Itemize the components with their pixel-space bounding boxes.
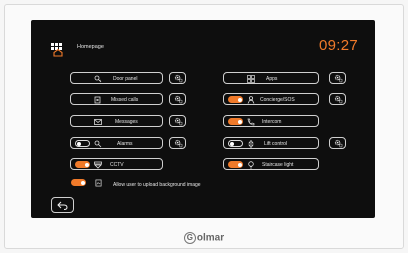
intercom-button[interactable]: Intercom xyxy=(223,115,319,127)
staircase-light-label: Staircase light xyxy=(262,161,294,168)
toggle-knob xyxy=(230,142,234,146)
light-bulb-icon xyxy=(248,160,254,168)
toggle-knob xyxy=(237,119,242,124)
cctv-label: CCTV xyxy=(110,161,124,168)
messages-label: Messages xyxy=(115,118,138,125)
lift-control-label: Lift control xyxy=(264,140,288,147)
alarms-toggle[interactable] xyxy=(75,140,90,147)
gear-icon xyxy=(174,95,183,104)
apps-label: Apps xyxy=(266,75,278,82)
messages-settings-button[interactable] xyxy=(169,115,186,127)
lift-control-button[interactable]: Lift control xyxy=(223,137,319,149)
apps-settings-button[interactable] xyxy=(329,72,346,84)
lift-control-settings-button[interactable] xyxy=(329,137,346,149)
concierge-sos-toggle[interactable] xyxy=(228,96,243,103)
monitor-screen: Homepage 09:27 Door panel Missed calls M… xyxy=(31,20,375,218)
gear-icon xyxy=(174,74,183,83)
home-grid-icon[interactable] xyxy=(51,43,65,57)
gear-icon xyxy=(174,117,183,126)
missed-calls-button[interactable]: Missed calls xyxy=(70,93,163,105)
gear-icon xyxy=(334,95,343,104)
toggle-knob xyxy=(80,180,85,185)
lift-control-toggle[interactable] xyxy=(228,140,243,147)
cctv-toggle[interactable] xyxy=(75,161,90,168)
alarms-label: Alarms xyxy=(117,140,133,147)
background-upload-label: Allow user to upload background image xyxy=(113,181,201,188)
door-panel-icon xyxy=(94,75,102,82)
apps-button[interactable]: Apps xyxy=(223,72,319,84)
image-file-icon xyxy=(95,179,102,187)
concierge-sos-button[interactable]: Concierge/SOS xyxy=(223,93,319,105)
missed-calls-icon xyxy=(94,96,101,103)
cctv-icon xyxy=(94,161,102,169)
alarms-button[interactable]: Alarms xyxy=(70,137,163,149)
missed-calls-settings-button[interactable] xyxy=(169,93,186,105)
intercom-toggle[interactable] xyxy=(228,118,243,125)
brand-logo: Golmar xyxy=(0,232,408,244)
gear-icon xyxy=(174,139,183,148)
door-panel-button[interactable]: Door panel xyxy=(70,72,163,84)
toggle-knob xyxy=(84,162,89,167)
toggle-knob xyxy=(237,162,242,167)
door-panel-settings-button[interactable] xyxy=(169,72,186,84)
door-panel-label: Door panel xyxy=(113,75,138,82)
alarm-icon xyxy=(94,140,102,147)
concierge-sos-label: Concierge/SOS xyxy=(260,96,295,103)
lift-icon xyxy=(248,139,254,148)
gear-icon xyxy=(334,139,343,148)
background-upload-toggle[interactable] xyxy=(71,179,86,186)
back-arrow-icon xyxy=(57,201,68,210)
apps-grid-icon xyxy=(247,74,255,83)
brand-text: olmar xyxy=(196,232,225,244)
brand-g-icon: G xyxy=(183,232,196,244)
concierge-sos-settings-button[interactable] xyxy=(329,93,346,105)
missed-calls-label: Missed calls xyxy=(111,96,139,103)
concierge-icon xyxy=(247,95,255,104)
messages-button[interactable]: Messages xyxy=(70,115,163,127)
toggle-knob xyxy=(237,97,242,102)
page-title: Homepage xyxy=(77,44,104,50)
intercom-icon xyxy=(247,118,255,125)
toggle-knob xyxy=(77,142,81,146)
alarms-settings-button[interactable] xyxy=(169,137,186,149)
back-button[interactable] xyxy=(51,197,74,213)
staircase-light-toggle[interactable] xyxy=(228,161,243,168)
staircase-light-button[interactable]: Staircase light xyxy=(223,158,319,170)
envelope-icon xyxy=(94,118,102,125)
clock: 09:27 xyxy=(319,37,359,54)
cctv-button[interactable]: CCTV xyxy=(70,158,163,170)
gear-icon xyxy=(334,74,343,83)
intercom-label: Intercom xyxy=(262,118,282,125)
